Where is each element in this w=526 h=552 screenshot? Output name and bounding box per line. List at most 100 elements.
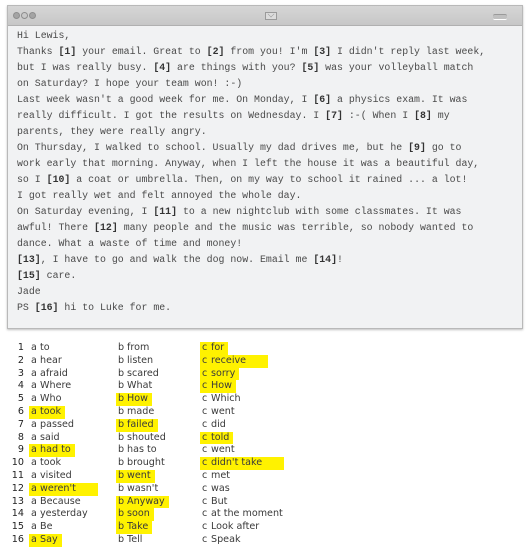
option-a[interactable]: a Be [29,521,56,534]
option-text: How [127,393,148,405]
option-text: Where [40,380,72,392]
email-text: but I was really busy. [17,62,154,73]
blank-marker: [9] [408,142,426,153]
question-number: 1 [17,342,24,353]
email-text: , I have to go and walk the dog now. Ema… [40,254,314,265]
window-titlebar[interactable] [8,6,522,26]
option-a[interactable]: a yesterday [29,508,92,521]
option-c[interactable]: c Which [200,393,245,406]
menu-icon[interactable] [493,14,507,20]
option-b[interactable]: b wasn't [116,483,162,496]
option-letter: c [202,444,208,456]
option-letter: b [118,393,125,405]
option-b-selected[interactable]: b How [116,393,152,406]
option-a[interactable]: a hear [29,355,66,368]
option-a[interactable]: a took [29,457,65,470]
option-letter: c [202,495,208,507]
option-c-selected[interactable]: c for [200,342,229,355]
option-a[interactable]: a Where [29,380,75,393]
option-b-selected[interactable]: b soon [116,508,154,522]
option-b[interactable]: b shouted [116,432,170,445]
option-a[interactable]: a to [29,342,54,355]
blank-marker: [11] [153,206,178,217]
option-letter: c [202,470,208,481]
option-c[interactable]: c was [200,483,234,496]
option-c-selected[interactable]: c sorry [200,367,240,381]
option-b[interactable]: b made [116,406,158,419]
option-text: listen [127,354,154,366]
answer-row: 10 a took b brought c didn't take [0,457,526,470]
question-number: 12 [11,482,24,494]
option-a[interactable]: a passed [29,419,78,432]
option-b[interactable]: b brought [116,457,169,470]
blank-marker: [7] [325,110,343,121]
answer-row: 5 a Who b How c Which [0,393,526,406]
option-text: went [211,406,235,417]
zoom-dot-icon[interactable] [29,12,36,19]
option-text: Because [40,495,81,507]
option-b-selected[interactable]: b failed [116,418,158,432]
option-letter: b [118,508,125,520]
email-text: hi to Luke for me. [58,302,172,313]
option-c[interactable]: c went [200,406,239,419]
option-b[interactable]: b from [116,342,153,355]
email-text: really difficult. I got the results on W… [17,110,326,121]
option-a[interactable]: a Who [29,393,65,406]
email-text: my [431,110,450,121]
option-a-selected[interactable]: a had to [29,444,75,458]
option-text: Say [40,534,58,545]
option-text: went [211,444,235,456]
option-a[interactable]: a Because [29,496,85,509]
option-a-selected[interactable]: a Say [29,534,62,547]
option-c[interactable]: c did [200,419,230,432]
option-a-selected[interactable]: a took [29,406,66,419]
option-b-selected[interactable]: b Take [116,521,153,534]
option-c[interactable]: c But [200,496,231,509]
option-letter: a [31,444,37,456]
blank-marker: [3] [313,46,332,57]
option-letter: b [118,354,125,366]
option-c-selected[interactable]: c How [200,380,236,394]
email-text: Jade [17,286,41,297]
email-line: awful! There [12] many people and the mu… [17,220,520,236]
answer-row: 2 a hear b listen c receive [0,354,526,368]
email-line: Hi Lewis, [17,28,520,44]
option-a-selected[interactable]: a weren't [29,482,98,496]
option-text: visited [40,470,72,481]
minimize-dot-icon[interactable] [21,12,28,19]
option-c[interactable]: c met [200,470,234,483]
option-text: Look after [211,521,260,533]
option-letter: c [202,431,208,443]
mail-icon [265,12,277,20]
option-text: wasn't [127,482,159,494]
option-a[interactable]: a visited [29,470,76,483]
option-text: from [127,342,150,353]
option-b[interactable]: b Tell [116,534,146,547]
email-line: On Thursday, I walked to school. Usually… [17,140,520,156]
option-text: said [40,431,60,443]
option-b[interactable]: b What [116,380,156,393]
option-b[interactable]: b listen [116,355,157,368]
option-c[interactable]: c at the moment [200,508,287,521]
option-letter: a [31,354,37,366]
option-c-selected[interactable]: c told [200,431,234,445]
option-b[interactable]: b has to [116,444,161,457]
option-text: has to [127,444,157,456]
option-c[interactable]: c went [200,444,239,457]
option-c[interactable]: c Speak [200,534,245,547]
option-c-selected[interactable]: c didn't take [200,457,285,470]
answer-row: 4 a Where b What c How [0,380,526,394]
close-dot-icon[interactable] [13,12,20,19]
option-c[interactable]: c Look after [200,521,263,534]
option-text: went [127,470,151,481]
answer-row: 11 a visited b went c met [0,470,526,483]
option-b-selected[interactable]: b went [116,470,155,483]
option-c-selected[interactable]: c receive [200,354,269,368]
option-a[interactable]: a said [29,432,64,445]
option-a[interactable]: a afraid [29,368,72,381]
question-number: 14 [11,508,24,520]
option-text: How [211,380,232,392]
option-b[interactable]: b scared [116,368,163,381]
option-text: hear [40,354,62,366]
option-b-selected[interactable]: b Anyway [116,495,169,509]
